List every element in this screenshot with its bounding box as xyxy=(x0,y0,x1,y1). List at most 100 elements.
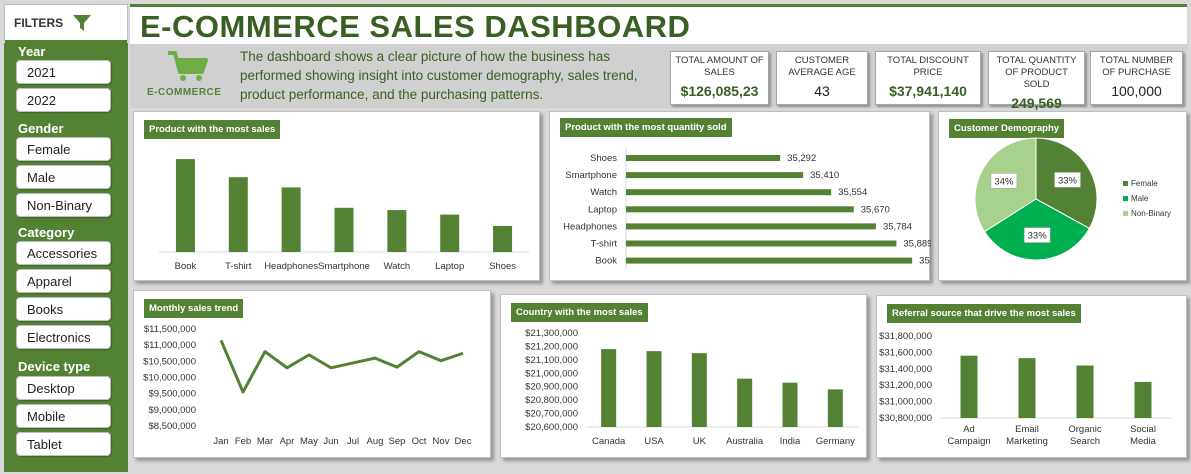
y-tick-label: $9,000,000 xyxy=(148,405,196,416)
bar xyxy=(691,353,707,427)
kpi-card: TOTAL NUMBER OF PURCHASE 100,000 xyxy=(1090,51,1183,105)
x-tick-label: Watch xyxy=(384,261,411,272)
country-sales-card: Country with the most sales $21,300,000 $… xyxy=(500,294,867,458)
x-tick-label: Australia xyxy=(726,436,764,447)
slicer-button-female[interactable]: Female xyxy=(16,137,111,161)
y-tick-label: $31,800,000 xyxy=(879,331,932,342)
y-tick-label: $11,500,000 xyxy=(144,324,196,335)
y-tick-label: $11,000,000 xyxy=(144,340,196,351)
data-label: 33% xyxy=(1058,175,1078,186)
y-tick-label: $31,000,000 xyxy=(879,397,932,408)
x-tick-label: Search xyxy=(1070,436,1100,447)
bar xyxy=(334,207,354,252)
bar xyxy=(626,155,781,161)
product-quantity-card: Product with the most quantity sold Shoe… xyxy=(549,111,931,281)
y-tick-label: $21,100,000 xyxy=(525,355,578,366)
y-tick-label: $20,600,000 xyxy=(525,422,578,433)
y-tick-label: T-shirt xyxy=(591,239,618,250)
page-title: E-COMMERCE SALES DASHBOARD xyxy=(140,9,691,44)
filters-label: FILTERS xyxy=(14,15,64,30)
slicer-title-device-type: Device type xyxy=(18,359,91,374)
dashboard-header: E-COMMERCE SALES DASHBOARD xyxy=(130,4,1187,46)
slicer-button-2021[interactable]: 2021 xyxy=(16,60,111,84)
kpi-value: 43 xyxy=(814,83,830,99)
x-tick-label: Feb xyxy=(235,436,251,447)
bar xyxy=(228,177,248,252)
x-tick-label: Headphones xyxy=(264,261,318,272)
x-tick-label: Smartphone xyxy=(318,261,370,272)
legend-swatch xyxy=(1123,211,1128,216)
kpi-card: TOTAL DISCOUNT PRICE $37,941,140 xyxy=(875,51,981,105)
kpi-value: 100,000 xyxy=(1111,83,1162,99)
filters-header: FILTERS xyxy=(4,4,128,43)
x-tick-label: Campaign xyxy=(947,436,990,447)
country-sales-chart: $21,300,000 $21,200,000 $21,100,000 $21,000… xyxy=(525,328,858,447)
slicer-button-accessories[interactable]: Accessories xyxy=(16,241,111,265)
y-tick-label: $21,200,000 xyxy=(525,341,578,352)
y-tick-label: $30,800,000 xyxy=(879,413,932,424)
x-tick-label: Laptop xyxy=(435,261,464,272)
dashboard-description: The dashboard shows a clear picture of h… xyxy=(240,49,638,102)
legend-label: Non-Binary xyxy=(1131,209,1171,218)
bar xyxy=(626,223,876,230)
y-tick-label: $20,800,000 xyxy=(525,395,578,406)
slicer-button-desktop[interactable]: Desktop xyxy=(16,376,111,400)
bar xyxy=(626,240,897,247)
y-tick-label: Shoes xyxy=(590,153,617,164)
product-sales-chart: Book T-shirt Headphones Smartphone Watch Lapt… xyxy=(159,159,529,272)
y-tick-label: $20,700,000 xyxy=(525,409,578,420)
slicer-button-male[interactable]: Male xyxy=(16,165,111,189)
y-tick-label: $20,900,000 xyxy=(525,382,578,393)
referral-source-chart: $31,800,000 $31,600,000 $31,400,000 $31,200… xyxy=(879,331,1172,447)
y-tick-label: Watch xyxy=(590,187,617,198)
filter-funnel-icon xyxy=(73,14,92,31)
y-tick-label: $31,200,000 xyxy=(879,380,932,391)
kpi-value: $37,941,140 xyxy=(889,83,967,99)
data-label: 35,970 xyxy=(919,256,931,267)
y-tick-label: $21,300,000 xyxy=(525,328,578,339)
x-tick-label: USA xyxy=(644,436,664,447)
x-tick-label: Email xyxy=(1015,424,1039,435)
bar xyxy=(601,349,617,427)
bar xyxy=(646,351,662,427)
slicer-button-2022[interactable]: 2022 xyxy=(16,88,111,112)
x-tick-label: Dec xyxy=(455,436,472,447)
x-tick-label: Mar xyxy=(257,436,273,447)
bar xyxy=(387,210,407,252)
slicer-button-non-binary[interactable]: Non-Binary xyxy=(16,193,111,217)
kpi-value: 249,569 xyxy=(1011,95,1062,111)
x-tick-label: India xyxy=(780,436,801,447)
product-sales-card: Product with the most sales Book T-shirt H… xyxy=(133,111,540,281)
bar xyxy=(626,172,804,179)
slicer-title-year: Year xyxy=(18,44,46,59)
x-tick-label: Marketing xyxy=(1006,436,1048,447)
data-label: 34% xyxy=(994,176,1014,187)
y-tick-label: $21,000,000 xyxy=(525,368,578,379)
x-tick-label: Media xyxy=(1130,436,1157,447)
slicer-title-category: Category xyxy=(18,225,75,240)
data-label: 33% xyxy=(1028,231,1048,242)
data-label: 35,292 xyxy=(787,153,816,164)
customer-demography-chart: 33% 33% 34% Female Male Non-Binary xyxy=(974,137,1171,261)
y-tick-label: $10,000,000 xyxy=(143,373,196,384)
kpi-label: TOTAL DISCOUNT PRICE xyxy=(887,55,969,78)
bar xyxy=(737,378,753,427)
data-label: 35,554 xyxy=(838,187,867,198)
slicer-button-electronics[interactable]: Electronics xyxy=(16,325,111,349)
data-label: 35,670 xyxy=(861,204,890,215)
kpi-card: TOTAL AMOUNT OF SALES $126,085,23 xyxy=(670,51,769,105)
slicer-button-apparel[interactable]: Apparel xyxy=(16,269,111,293)
bar xyxy=(626,257,913,264)
x-tick-label: May xyxy=(300,436,318,447)
x-tick-label: Ad xyxy=(963,424,975,435)
legend-swatch xyxy=(1123,196,1128,201)
kpi-card: TOTAL QUANTITY OF PRODUCT SOLD 249,569 xyxy=(988,51,1085,111)
slicer-button-mobile[interactable]: Mobile xyxy=(16,404,111,428)
bar xyxy=(960,355,978,418)
slicer-button-tablet[interactable]: Tablet xyxy=(16,432,111,456)
kpi-label: CUSTOMER AVERAGE AGE xyxy=(788,55,856,78)
kpi-value: $126,085,23 xyxy=(680,83,759,99)
bar xyxy=(782,382,798,427)
kpi-label: TOTAL AMOUNT OF SALES xyxy=(675,55,764,78)
slicer-button-books[interactable]: Books xyxy=(16,297,111,321)
